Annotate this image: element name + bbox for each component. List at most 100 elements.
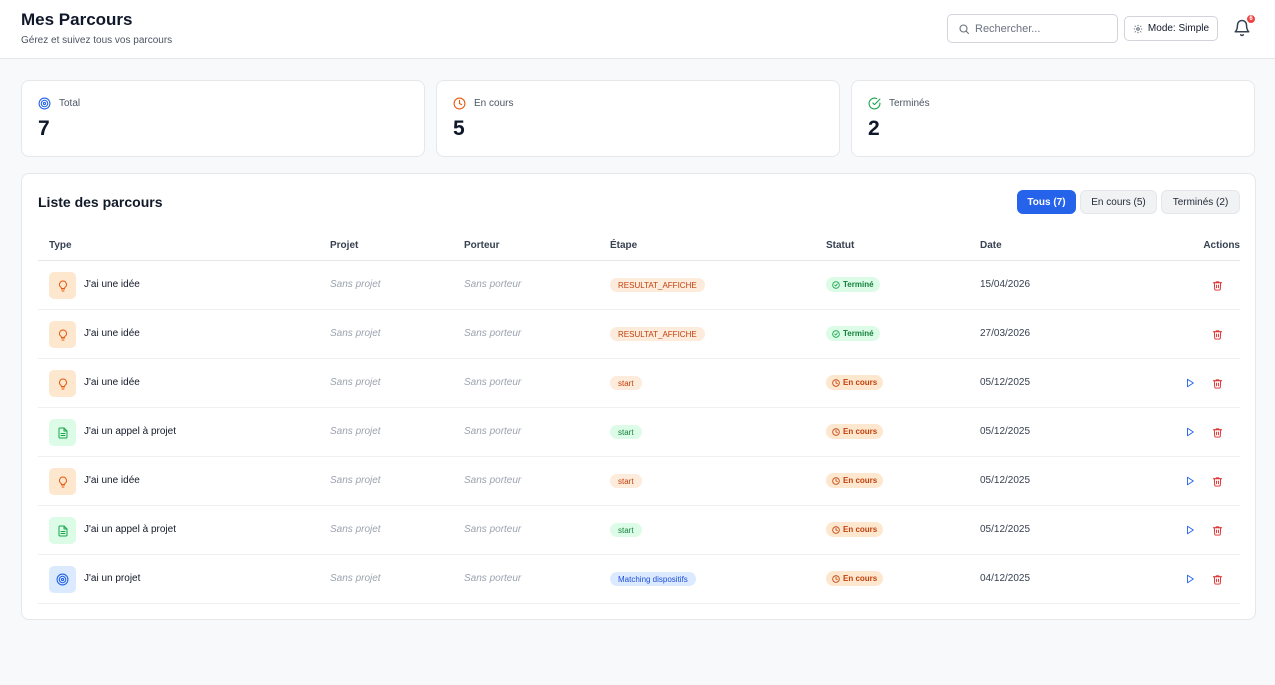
table-row[interactable]: J'ai un projet Sans projet Sans porteur Mat…: [38, 555, 1240, 604]
stat-value-total: 7: [38, 117, 50, 140]
clock-icon: [832, 476, 840, 485]
row-type: J'ai une idée: [84, 279, 140, 290]
row-porteur: Sans porteur: [464, 573, 522, 584]
stat-card-total: Total 7: [21, 80, 425, 157]
document-icon: [49, 517, 76, 544]
page-header: Mes Parcours Gérez et suivez tous vos pa…: [0, 0, 1275, 59]
check-circle-icon: [868, 97, 881, 110]
row-projet: Sans projet: [330, 573, 381, 584]
row-type: J'ai un projet: [84, 573, 141, 584]
etape-badge: start: [610, 376, 642, 390]
stat-label-en-cours: En cours: [474, 98, 514, 109]
trash-icon[interactable]: [1210, 327, 1224, 341]
row-type: J'ai une idée: [84, 328, 140, 339]
status-label: En cours: [843, 574, 878, 583]
filter-en-cours-button[interactable]: En cours (5): [1080, 190, 1157, 214]
table-header: Type Projet Porteur Étape Statut Date Ac…: [38, 234, 1240, 261]
row-date: 05/12/2025: [980, 524, 1031, 535]
col-type: Type: [49, 240, 72, 251]
notification-badge: 6: [1246, 14, 1256, 24]
page-subtitle: Gérez et suivez tous vos parcours: [21, 35, 173, 46]
lightbulb-icon: [49, 321, 76, 348]
status-label: Terminé: [843, 329, 874, 338]
row-projet: Sans projet: [330, 328, 381, 339]
stat-label-total: Total: [59, 98, 81, 109]
etape-badge: start: [610, 425, 642, 439]
row-date: 15/04/2026: [980, 279, 1031, 290]
play-icon[interactable]: [1183, 523, 1197, 537]
target-icon: [38, 97, 51, 110]
play-icon[interactable]: [1183, 572, 1197, 586]
etape-badge: start: [610, 474, 642, 488]
col-projet: Projet: [330, 240, 359, 251]
row-date: 05/12/2025: [980, 377, 1031, 388]
table-row[interactable]: J'ai une idée Sans projet Sans porteur RESU…: [38, 310, 1240, 359]
trash-icon[interactable]: [1210, 572, 1224, 586]
status-label: En cours: [843, 525, 878, 534]
play-icon[interactable]: [1183, 425, 1197, 439]
row-projet: Sans projet: [330, 377, 381, 388]
table-row[interactable]: J'ai un appel à projet Sans projet Sans po…: [38, 506, 1240, 555]
mode-toggle-button[interactable]: Mode: Simple: [1124, 16, 1218, 41]
stat-card-termines: Terminés 2: [851, 80, 1255, 157]
status-label: En cours: [843, 427, 878, 436]
col-statut: Statut: [826, 240, 855, 251]
target-icon: [49, 566, 76, 593]
etape-badge: Matching dispositifs: [610, 572, 696, 586]
col-etape: Étape: [610, 240, 638, 251]
filter-tous-button[interactable]: Tous (7): [1017, 190, 1076, 214]
row-porteur: Sans porteur: [464, 475, 522, 486]
filter-termines-button[interactable]: Terminés (2): [1161, 190, 1240, 214]
status-badge: Terminé: [826, 277, 880, 292]
trash-icon[interactable]: [1210, 278, 1224, 292]
row-porteur: Sans porteur: [464, 426, 522, 437]
lightbulb-icon: [49, 370, 76, 397]
status-label: En cours: [843, 378, 878, 387]
status-badge: En cours: [826, 473, 884, 488]
stat-card-en-cours: En cours 5: [436, 80, 840, 157]
play-icon[interactable]: [1183, 376, 1197, 390]
col-porteur: Porteur: [464, 240, 500, 251]
search-icon: [959, 24, 970, 35]
trash-icon[interactable]: [1210, 523, 1224, 537]
search-box[interactable]: [947, 14, 1118, 43]
row-type: J'ai une idée: [84, 475, 140, 486]
table-row[interactable]: J'ai une idée Sans projet Sans porteur star…: [38, 457, 1240, 506]
row-date: 05/12/2025: [980, 426, 1031, 437]
status-badge: En cours: [826, 424, 884, 439]
lightbulb-icon: [49, 468, 76, 495]
row-porteur: Sans porteur: [464, 328, 522, 339]
clock-icon: [832, 427, 840, 436]
row-porteur: Sans porteur: [464, 279, 522, 290]
trash-icon[interactable]: [1210, 425, 1224, 439]
status-badge: En cours: [826, 375, 884, 390]
clock-icon: [832, 525, 840, 534]
lightbulb-icon: [49, 272, 76, 299]
search-input[interactable]: [975, 19, 1113, 38]
check-circle-icon: [832, 280, 840, 289]
status-badge: En cours: [826, 522, 884, 537]
table-row[interactable]: J'ai un appel à projet Sans projet Sans po…: [38, 408, 1240, 457]
trash-icon[interactable]: [1210, 474, 1224, 488]
col-date: Date: [980, 240, 1002, 251]
row-projet: Sans projet: [330, 279, 381, 290]
row-date: 27/03/2026: [980, 328, 1031, 339]
table-row[interactable]: J'ai une idée Sans projet Sans porteur star…: [38, 359, 1240, 408]
stat-label-termines: Terminés: [889, 98, 930, 109]
status-badge: En cours: [826, 571, 884, 586]
row-type: J'ai un appel à projet: [84, 426, 176, 437]
col-actions: Actions: [1203, 240, 1240, 251]
check-circle-icon: [832, 329, 840, 338]
etape-badge: RESULTAT_AFFICHE: [610, 278, 705, 292]
row-date: 05/12/2025: [980, 475, 1031, 486]
status-label: Terminé: [843, 280, 874, 289]
play-icon[interactable]: [1183, 474, 1197, 488]
clock-icon: [832, 378, 840, 387]
table-row[interactable]: J'ai une idée Sans projet Sans porteur RESU…: [38, 261, 1240, 310]
row-porteur: Sans porteur: [464, 524, 522, 535]
document-icon: [49, 419, 76, 446]
stat-value-en-cours: 5: [453, 117, 465, 140]
list-title: Liste des parcours: [38, 194, 163, 210]
status-label: En cours: [843, 476, 878, 485]
trash-icon[interactable]: [1210, 376, 1224, 390]
